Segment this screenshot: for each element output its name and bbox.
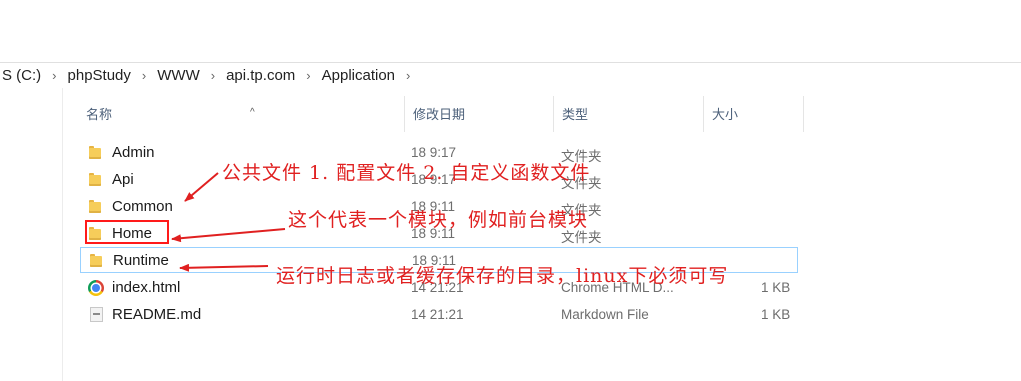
arrow-to-runtime	[179, 263, 269, 272]
arrow-to-home	[171, 228, 286, 243]
annotation-common: 公共文件 1. 配置文件 2. 自定义函数文件	[222, 162, 591, 184]
arrow-to-common	[184, 172, 219, 202]
annotation-runtime: 运行时日志或者缓存保存的目录，linux下必须可写	[276, 265, 729, 287]
annotation-arrows	[171, 172, 286, 272]
annotation-home: 这个代表一个模块，例如前台模块	[288, 209, 589, 231]
